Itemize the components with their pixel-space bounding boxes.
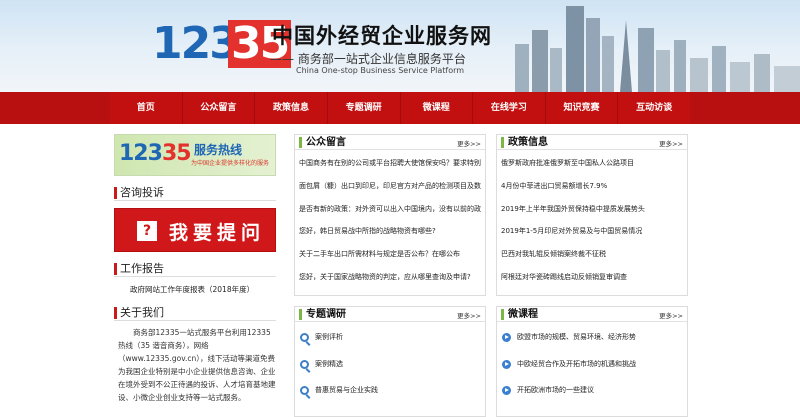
list-item-label: 开拓欧洲市场的一些建议 <box>517 386 594 394</box>
hotline-title: 服务热线 <box>194 143 243 157</box>
panel-title-messages: 公众留言 <box>306 137 346 148</box>
panel-title-policy: 政策信息 <box>508 137 548 148</box>
list-item[interactable]: 是否有新的政策：对外资可以出入中国境内，没有以前的政... <box>299 202 481 225</box>
nav-item-policy[interactable]: 政策信息 <box>255 92 328 124</box>
hotline-number-part1: 123 <box>119 141 163 166</box>
list-item[interactable]: 俄罗斯政府批准俄罗斯至中国私人公路项目 <box>501 156 683 179</box>
list-item-label: 中欧经贸合作及开拓市场的机遇和挑战 <box>517 359 636 368</box>
list-item-label: 欧盟市场的规模、贸易环境、经济形势 <box>517 333 636 341</box>
site-subtitle: —— 商务部一站式企业信息服务平台 <box>270 52 466 66</box>
list-item[interactable]: 案例精选 <box>299 357 481 384</box>
list-item[interactable]: 普惠贸易与企业实践 <box>299 383 481 410</box>
panel-marker <box>501 309 504 320</box>
list-item-label: 普惠贸易与企业实践 <box>315 386 378 394</box>
list-item[interactable]: 2019年上半年我国外贸保持稳中提质发展势头 <box>501 202 683 225</box>
hotline-banner[interactable]: 12335 服务热线 为中国企业提供多样化的服务 <box>114 134 276 176</box>
section-title-about: 关于我们 <box>120 306 164 319</box>
hotline-number-part2: 35 <box>161 141 192 166</box>
list-item[interactable]: 中国商务有在别的公司或平台招聘大使馆保安吗？要求特别... <box>299 156 481 179</box>
nav-items: 首页 公众留言 政策信息 专题调研 微课程 在线学习 知识竞赛 互动访谈 <box>110 92 690 124</box>
list-item-label: 案例精选 <box>315 359 343 368</box>
panel-header: 微课程 更多>> <box>497 307 687 322</box>
list-item[interactable]: 阿根廷对华瓷砖踢线启动反倾销复审调查 <box>501 270 683 293</box>
city-skyline-image <box>515 6 800 92</box>
play-icon <box>502 386 511 395</box>
magnifier-icon <box>300 386 309 395</box>
nav-item-public-messages[interactable]: 公众留言 <box>183 92 256 124</box>
hotline-subtitle: 为中国企业提供多样化的服务 <box>191 160 270 167</box>
panel-title-research: 专题调研 <box>306 309 346 320</box>
list-item[interactable]: 面包屑（糠）出口到印尼，印尼官方对产品的检测项目及数... <box>299 179 481 202</box>
section-header-report: 工作报告 <box>114 261 276 277</box>
panel-header: 政策信息 更多>> <box>497 135 687 150</box>
magnifier-icon <box>300 333 309 342</box>
logo-number-part1: 123 <box>152 18 240 69</box>
nav-item-quiz[interactable]: 知识竞赛 <box>546 92 619 124</box>
panel-research: 专题调研 更多>> 案例评析 案例精选 普惠贸易与企业实践 <box>294 306 486 417</box>
ask-question-button[interactable]: ? 我要提问 <box>114 208 276 252</box>
panel-marker <box>299 137 302 148</box>
play-icon <box>502 333 511 342</box>
section-title-consult: 咨询投诉 <box>120 186 164 199</box>
panel-public-messages: 公众留言 更多>> 中国商务有在别的公司或平台招聘大使馆保安吗？要求特别... … <box>294 134 486 296</box>
annual-report-link[interactable]: 政府网站工作年度报表（2018年度） <box>130 284 254 295</box>
more-link-policy[interactable]: 更多>> <box>659 138 683 148</box>
nav-item-interviews[interactable]: 互动访谈 <box>618 92 690 124</box>
list-item-label: 案例评析 <box>315 333 343 341</box>
list-item[interactable]: 您好，关于国家战略物资的判定，应从哪里查询及申请? <box>299 270 481 293</box>
nav-edge-right <box>690 92 800 124</box>
list-item[interactable]: 您好，韩日贸易战中所指的战略物资有哪些? <box>299 224 481 247</box>
panel-header: 公众留言 更多>> <box>295 135 485 150</box>
list-item[interactable]: 欧盟市场的规模、贸易环境、经济形势 <box>501 330 683 357</box>
policy-list: 俄罗斯政府批准俄罗斯至中国私人公路项目 4月份中菲进出口贸易额增长7.9% 20… <box>497 150 687 293</box>
section-marker <box>114 187 117 199</box>
site-header: 123 35 中国外经贸企业服务网 —— 商务部一站式企业信息服务平台 Chin… <box>0 0 800 92</box>
message-list: 中国商务有在别的公司或平台招聘大使馆保安吗？要求特别... 面包屑（糠）出口到印… <box>295 150 485 293</box>
panel-marker <box>299 309 302 320</box>
section-title-report: 工作报告 <box>120 262 164 275</box>
hotline-number: 12335 <box>119 141 192 167</box>
list-item[interactable]: 4月份中菲进出口贸易额增长7.9% <box>501 179 683 202</box>
more-link-research[interactable]: 更多>> <box>457 310 481 320</box>
nav-item-research[interactable]: 专题调研 <box>328 92 401 124</box>
list-item[interactable]: 2019年1-5月印尼对外贸易及与中国贸易情况 <box>501 224 683 247</box>
question-mark-icon: ? <box>137 221 157 241</box>
panel-title-courses: 微课程 <box>508 309 538 320</box>
section-marker <box>114 307 117 319</box>
course-list: 欧盟市场的规模、贸易环境、经济形势 中欧经贸合作及开拓市场的机遇和挑战 开拓欧洲… <box>497 322 687 410</box>
section-marker <box>114 263 117 275</box>
nav-edge-left <box>0 92 110 124</box>
list-item[interactable]: 巴西对我轧辊反倾销案终裁不征税 <box>501 247 683 270</box>
panel-header: 专题调研 更多>> <box>295 307 485 322</box>
more-link-messages[interactable]: 更多>> <box>457 138 481 148</box>
nav-item-home[interactable]: 首页 <box>110 92 183 124</box>
panel-marker <box>501 137 504 148</box>
site-subtitle-en: China One-stop Business Service Platform <box>296 66 465 75</box>
site-title: 中国外经贸企业服务网 <box>272 24 492 48</box>
magnifier-icon <box>300 359 309 369</box>
panel-micro-courses: 微课程 更多>> 欧盟市场的规模、贸易环境、经济形势 中欧经贸合作及开拓市场的机… <box>496 306 688 417</box>
ask-question-label: 我要提问 <box>169 222 266 244</box>
list-item[interactable]: 开拓欧洲市场的一些建议 <box>501 383 683 410</box>
section-header-about: 关于我们 <box>114 305 276 321</box>
list-item[interactable]: 案例评析 <box>299 330 481 357</box>
about-description: 商务部12335一站式服务平台利用12335热线（35 谐音商务），网络（www… <box>118 328 276 402</box>
panel-policy-info: 政策信息 更多>> 俄罗斯政府批准俄罗斯至中国私人公路项目 4月份中菲进出口贸易… <box>496 134 688 296</box>
main-nav: 首页 公众留言 政策信息 专题调研 微课程 在线学习 知识竞赛 互动访谈 <box>0 92 800 124</box>
play-icon <box>502 359 511 369</box>
research-list: 案例评析 案例精选 普惠贸易与企业实践 <box>295 322 485 410</box>
more-link-courses[interactable]: 更多>> <box>659 310 683 320</box>
list-item[interactable]: 关于二手车出口所需材料与规定是否公布？在哪公布 <box>299 247 481 270</box>
section-header-consult: 咨询投诉 <box>114 185 276 201</box>
nav-item-online-learning[interactable]: 在线学习 <box>473 92 546 124</box>
nav-item-micro-courses[interactable]: 微课程 <box>401 92 474 124</box>
list-item[interactable]: 中欧经贸合作及开拓市场的机遇和挑战 <box>501 357 683 384</box>
